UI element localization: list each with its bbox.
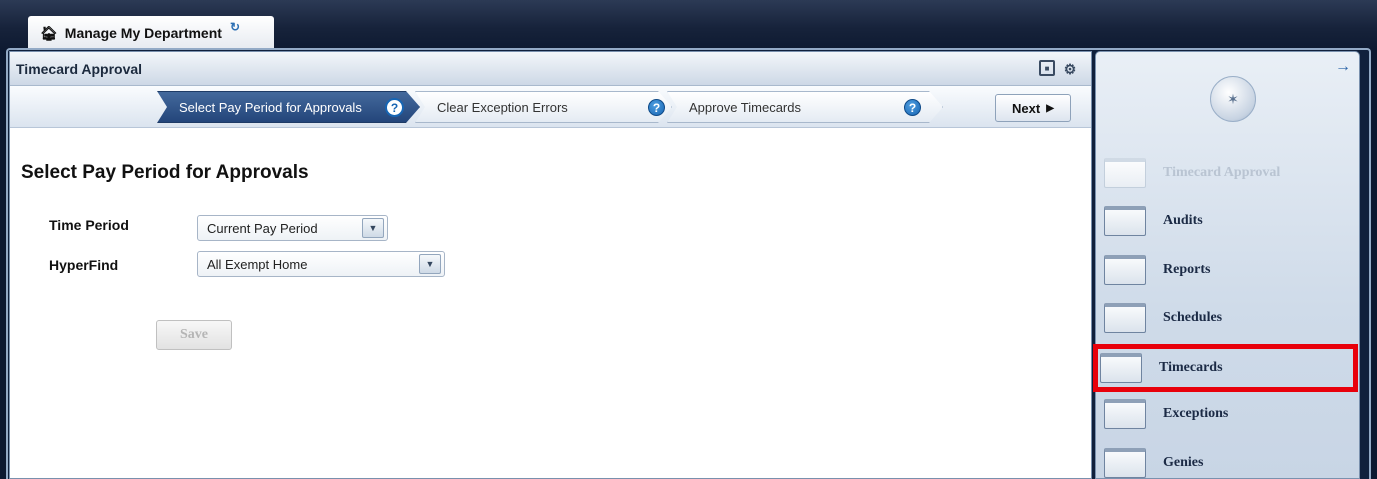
step-label: Approve Timecards (689, 99, 801, 115)
tab-manage-my-department[interactable]: 🏠︎ Manage My Department ↻ (28, 16, 274, 50)
maximize-icon[interactable]: ■ (1039, 60, 1055, 76)
panel-header: Timecard Approval ■ ⚙ (10, 52, 1091, 86)
sidebar-item-label: Timecard Approval (1163, 165, 1281, 180)
page-title: Select Pay Period for Approvals (21, 162, 309, 183)
sidebar-item-label: Timecards (1159, 360, 1223, 375)
save-button[interactable]: Save (156, 320, 232, 350)
widget-icon (1104, 206, 1146, 236)
widget-icon (1104, 303, 1146, 333)
arrow-right-icon[interactable]: → (1335, 58, 1351, 76)
next-button[interactable]: Next ▶ (995, 94, 1071, 122)
hyperfind-value: All Exempt Home (207, 256, 308, 272)
sidebar-item-genies[interactable]: Genies (1102, 443, 1354, 479)
hyperfind-select[interactable]: All Exempt Home ▼ (197, 251, 445, 277)
home-icon: 🏠︎ (40, 24, 58, 41)
sidebar-item-label: Reports (1163, 262, 1211, 277)
step-label: Select Pay Period for Approvals (179, 99, 362, 115)
widget-icon (1104, 255, 1146, 285)
wizard-step-bar: Select Pay Period for Approvals ? Clear … (10, 86, 1091, 128)
widget-icon (1104, 448, 1146, 478)
widget-icon (1104, 158, 1146, 188)
step-approve-timecards[interactable]: Approve Timecards ? (667, 91, 943, 123)
step-select-pay-period[interactable]: Select Pay Period for Approvals ? (157, 91, 420, 123)
widget-icon (1104, 399, 1146, 429)
sidebar-item-label: Audits (1163, 213, 1203, 228)
widget-icon (1100, 353, 1142, 383)
panel-title: Timecard Approval (16, 60, 143, 77)
sidebar-item-timecard-approval: Timecard Approval (1102, 153, 1354, 193)
related-items-sidebar: → ✶ Timecard Approval Audits Reports Sch… (1093, 51, 1360, 479)
top-navigation-bar: 🏠︎ Manage My Department ↻ (0, 0, 1377, 50)
time-period-label: Time Period (49, 217, 129, 233)
tab-label: Manage My Department (64, 25, 222, 41)
help-icon[interactable]: ? (904, 99, 921, 116)
step-label: Clear Exception Errors (437, 99, 568, 115)
sidebar-item-label: Schedules (1163, 310, 1223, 325)
hyperfind-label: HyperFind (49, 257, 119, 273)
sidebar-item-schedules[interactable]: Schedules (1102, 298, 1354, 338)
time-period-value: Current Pay Period (207, 220, 318, 236)
chevron-down-icon[interactable]: ▼ (419, 254, 441, 274)
gear-icon[interactable]: ⚙ (1061, 60, 1079, 78)
play-arrow-icon: ▶ (1046, 102, 1054, 114)
globe-icon: ✶ (1210, 76, 1256, 122)
sidebar-item-reports[interactable]: Reports (1102, 250, 1354, 290)
sidebar-item-audits[interactable]: Audits (1102, 201, 1354, 241)
timecard-approval-panel: Timecard Approval ■ ⚙ Select Pay Period … (9, 51, 1092, 479)
refresh-icon[interactable]: ↻ (230, 20, 240, 34)
time-period-select[interactable]: Current Pay Period ▼ (197, 215, 388, 241)
sidebar-item-label: Genies (1163, 455, 1204, 470)
help-icon[interactable]: ? (648, 99, 665, 116)
step-clear-exception-errors[interactable]: Clear Exception Errors ? (415, 91, 672, 123)
next-label: Next (1012, 100, 1041, 116)
sidebar-item-exceptions[interactable]: Exceptions (1102, 394, 1354, 434)
chevron-down-icon[interactable]: ▼ (362, 218, 384, 238)
sidebar-item-timecards[interactable]: Timecards (1093, 344, 1358, 392)
sidebar-item-label: Exceptions (1163, 406, 1229, 421)
help-icon[interactable]: ? (385, 98, 404, 117)
